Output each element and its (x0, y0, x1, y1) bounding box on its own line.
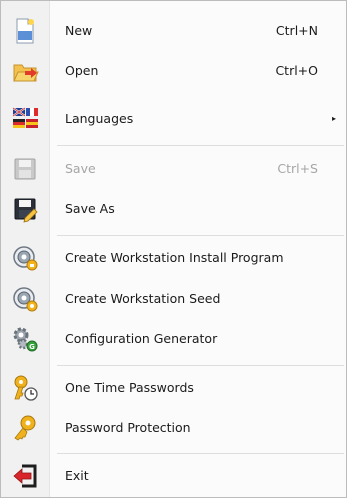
menu-item-label: New (65, 23, 93, 38)
workstation-install-icon (11, 244, 39, 272)
menu-item-configuration-generator[interactable]: G Configuration Generator (1, 319, 346, 359)
shortcut-text: Ctrl+O (275, 63, 318, 78)
menu-item-label: Configuration Generator (65, 331, 218, 346)
menu-item-label: Create Workstation Seed (65, 291, 221, 306)
menu-item-save[interactable]: Save Ctrl+S (1, 149, 346, 189)
menu-item-label: Save As (65, 201, 115, 216)
save-as-icon (11, 195, 39, 223)
save-disk-icon (11, 155, 39, 183)
menu-item-exit[interactable]: Exit (1, 456, 346, 496)
menu-separator (57, 365, 344, 366)
key-clock-icon (11, 374, 39, 402)
key-icon (11, 414, 39, 442)
language-flags-icon (11, 105, 39, 133)
exit-icon (11, 462, 39, 490)
menu-item-open[interactable]: Open Ctrl+O (1, 51, 346, 91)
shortcut-text: Ctrl+N (275, 23, 318, 38)
menu-item-one-time-passwords[interactable]: One Time Passwords (1, 368, 346, 408)
menu-item-label: Open (65, 63, 99, 78)
shortcut-text: Ctrl+S (277, 161, 318, 176)
open-folder-icon (11, 57, 39, 85)
menu-item-password-protection[interactable]: Password Protection (1, 408, 346, 448)
config-gears-icon: G (11, 325, 39, 353)
new-document-icon (11, 17, 39, 45)
menu-item-save-as[interactable]: Save As (1, 189, 346, 229)
menu-separator (57, 145, 344, 146)
menu-item-create-workstation-install-program[interactable]: Create Workstation Install Program (1, 238, 346, 278)
menu-separator (57, 235, 344, 236)
svg-text:G: G (29, 343, 35, 351)
menu-item-label: Languages (65, 111, 134, 126)
menu-item-languages[interactable]: Languages ▸ (1, 99, 346, 139)
menu-item-label: Save (65, 161, 96, 176)
menu-item-label: Exit (65, 468, 89, 483)
menu-item-label: Create Workstation Install Program (65, 250, 284, 265)
menu-item-new[interactable]: New Ctrl+N (1, 11, 346, 51)
file-menu: New Ctrl+N Open Ctrl+O Languages ▸ Save … (0, 0, 347, 498)
menu-item-label: One Time Passwords (65, 380, 194, 395)
menu-separator (57, 453, 344, 454)
submenu-arrow-icon: ▸ (331, 114, 336, 123)
menu-item-label: Password Protection (65, 420, 191, 435)
workstation-seed-icon (11, 285, 39, 313)
menu-item-create-workstation-seed[interactable]: Create Workstation Seed (1, 279, 346, 319)
